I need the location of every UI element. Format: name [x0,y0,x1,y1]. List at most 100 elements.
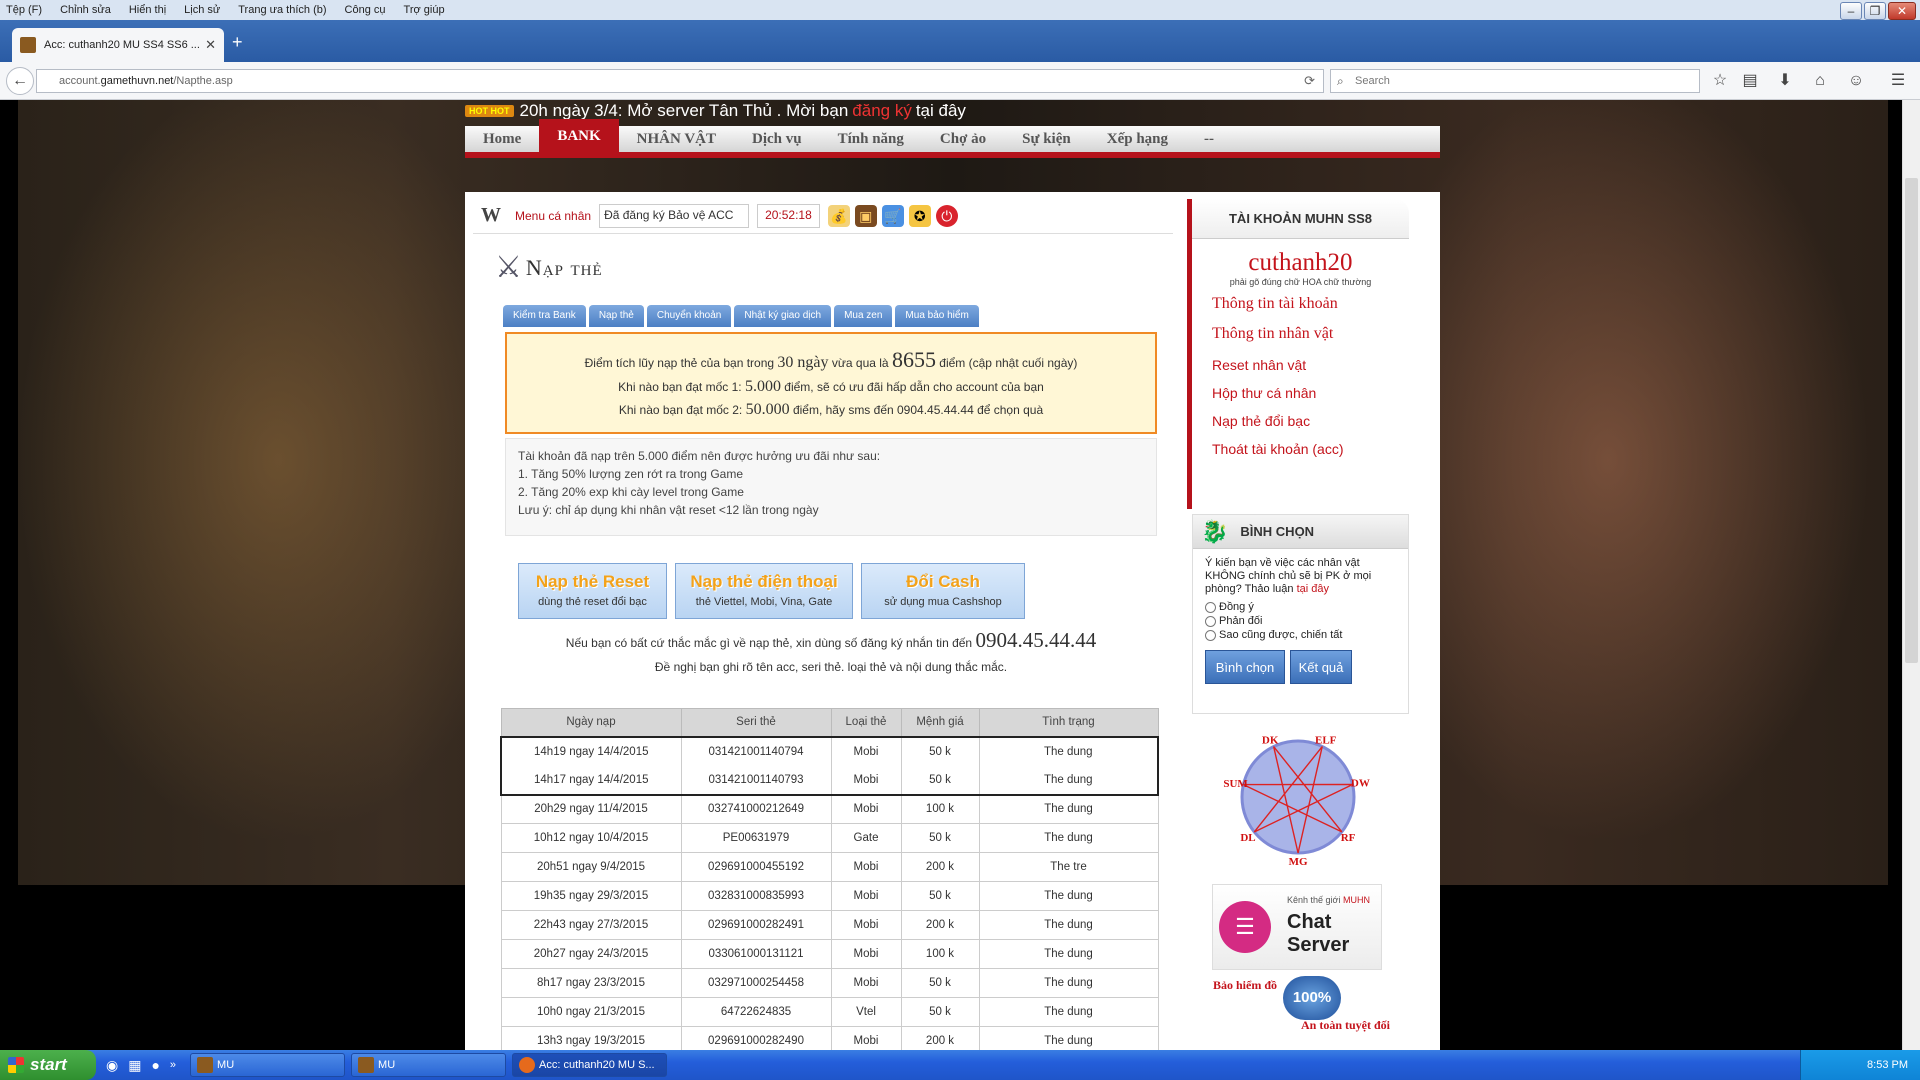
poll-option-whatever[interactable]: Sao cũng được, chiến tất [1193,628,1408,642]
link-account-info[interactable]: Thông tin tài khoản [1192,295,1409,313]
table-cell: Mobi [830,1026,902,1050]
nav-bank[interactable]: BANK [539,119,619,155]
table-cell: 200 k [900,1026,980,1050]
search-icon: ⌕ [1337,74,1344,88]
bookmark-star-icon[interactable]: ☆ [1710,71,1730,91]
topup-phone-card-button[interactable]: Nạp thẻ điện thoại thẻ Viettel, Mobi, Vi… [675,563,853,619]
table-cell: 031421001140794 [680,735,832,766]
poll-option-agree[interactable]: Đồng ý [1193,600,1408,614]
reading-list-icon[interactable]: ▤ [1740,71,1760,91]
money-bag-icon[interactable]: 💰 [827,204,850,227]
diagram-circle [1240,739,1356,855]
tab-topup[interactable]: Nạp thẻ [588,305,644,327]
hot-text-1: 20h ngày 3/4: Mở server Tân Thủ . Mời bạ… [519,101,849,120]
menu-tools[interactable]: Công cụ [345,4,386,16]
minimize-button[interactable]: – [1840,2,1862,20]
nav-market[interactable]: Chợ ảo [922,131,1004,148]
menu-help[interactable]: Trợ giúp [404,4,445,16]
chat-icon[interactable]: ☺ [1846,71,1866,91]
radio-icon[interactable] [1205,601,1216,613]
discussion-link[interactable]: tại đây [1297,583,1329,595]
tab-transaction-log[interactable]: Nhật ký giao dịch [734,305,832,327]
exchange-cash-button[interactable]: Đổi Cash sử dụng mua Cashshop [861,563,1025,619]
menu-bar: Tệp (F) Chỉnh sửa Hiển thị Lịch sử Trang… [0,0,1920,20]
table-row: 19h35 ngay 29/3/2015 032831000835993 Mobi 5… [500,881,1159,911]
radio-icon[interactable] [1205,629,1216,641]
table-cell: 033061000131121 [680,939,832,969]
class-relationship-diagram[interactable]: DK ELF DW RF MG DL SUM [1203,722,1393,872]
link-logout[interactable]: Thoát tài khoản (acc) [1192,441,1409,457]
url-bar[interactable]: account.gamethuvn.net/Napthe.asp ⟳ [36,69,1324,93]
tab-buy-insurance[interactable]: Mua bảo hiểm [895,305,979,327]
windows-taskbar: start ◉ ▦ ● » MU MU Acc: cuthanh20 MU S.… [0,1050,1920,1080]
table-cell: 14h17 ngay 14/4/2015 [500,765,682,796]
poll-question: Ý kiến bạn về việc các nhân vật KHÔNG ch… [1205,557,1372,595]
medal-icon[interactable]: ✪ [908,204,931,227]
home-icon[interactable]: ⌂ [1810,71,1830,91]
table-cell: 200 k [900,852,980,882]
nav-services[interactable]: Dịch vụ [734,131,820,148]
page-scrollbar[interactable] [1902,100,1920,1050]
nav-events[interactable]: Sự kiện [1004,131,1089,148]
quicklaunch-more-icon[interactable]: » [170,1059,176,1071]
table-cell: 50 k [900,735,980,766]
taskbar-item-mu-2[interactable]: MU [351,1053,507,1077]
window-controls: – ❐ ✕ [1838,2,1916,20]
start-button[interactable]: start [0,1050,96,1080]
menu-file[interactable]: Tệp (F) [6,4,42,16]
power-logout-icon[interactable]: ⏻ [935,204,958,227]
link-inbox[interactable]: Hộp thư cá nhân [1192,385,1409,401]
page-title-block: ⚔ Nạp thẻ [495,250,603,285]
search-input[interactable]: ⌕ Search [1330,69,1700,93]
quicklaunch-icon-2[interactable]: ▦ [128,1057,141,1074]
link-topup-silver[interactable]: Nạp thẻ đổi bạc [1192,413,1409,429]
close-tab-icon[interactable]: ✕ [205,37,216,53]
nav-ranking[interactable]: Xếp hạng [1089,131,1186,148]
browser-tab-active[interactable]: Acc: cuthanh20 MU SS4 SS6 ... ✕ [12,28,224,62]
vote-button[interactable]: Bình chọn [1205,650,1285,684]
register-link[interactable]: đăng ký [852,101,912,121]
tab-transfer[interactable]: Chuyển khoản [646,305,732,327]
radio-icon[interactable] [1205,615,1216,627]
nav-more[interactable]: -- [1186,131,1232,148]
nav-features[interactable]: Tính năng [820,131,922,148]
col-date: Ngày nạp [500,708,682,737]
maximize-button[interactable]: ❐ [1864,2,1886,20]
hamburger-menu-icon[interactable]: ☰ [1888,71,1908,91]
chat-subtitle: Kênh thế giới MUHN [1287,895,1370,905]
link-reset-character[interactable]: Reset nhân vật [1192,357,1409,373]
link-character-info[interactable]: Thông tin nhân vật [1192,325,1409,343]
tab-strip: Acc: cuthanh20 MU SS4 SS6 ... ✕ + [0,20,1920,62]
reload-icon[interactable]: ⟳ [1304,70,1315,92]
close-window-button[interactable]: ✕ [1888,2,1916,20]
taskbar-item-browser[interactable]: Acc: cuthanh20 MU S... [512,1053,668,1077]
personal-menu-label[interactable]: Menu cá nhân [515,209,591,223]
results-button[interactable]: Kết quả [1290,650,1352,684]
chat-server-banner[interactable]: ☰ Kênh thế giới MUHN Chat Server [1212,884,1382,970]
menu-bookmarks[interactable]: Trang ưa thích (b) [238,4,326,16]
menu-view[interactable]: Hiển thị [129,4,166,16]
url-prefix: account. [59,75,101,87]
tray-clock[interactable]: 8:53 PM [1867,1059,1908,1071]
menu-edit[interactable]: Chỉnh sửa [60,4,111,16]
shop-cart-icon[interactable]: 🛒 [881,204,904,227]
insurance-banner[interactable]: Bảo hiểm đồ 100% An toàn tuyệt đối [1213,976,1393,1036]
nav-character[interactable]: NHÂN VẬT [619,131,734,148]
table-cell: 13h3 ngay 19/3/2015 [500,1026,682,1050]
topup-reset-button[interactable]: Nạp thẻ Reset dùng thẻ reset đổi bạc [518,563,667,619]
back-button[interactable]: ← [6,67,34,95]
tab-check-bank[interactable]: Kiểm tra Bank [503,305,586,327]
nav-home[interactable]: Home [465,131,539,148]
scrollbar-thumb[interactable] [1905,178,1918,663]
quicklaunch-icon-1[interactable]: ◉ [106,1057,118,1074]
new-tab-button[interactable]: + [232,32,243,53]
menu-history[interactable]: Lịch sử [184,4,220,16]
table-cell: Mobi [830,794,902,824]
poll-option-disagree[interactable]: Phản đối [1193,614,1408,628]
tab-buy-zen[interactable]: Mua zen [834,305,893,327]
firefox-quicklaunch-icon[interactable]: ● [151,1057,159,1073]
taskbar-item-mu-1[interactable]: MU [190,1053,346,1077]
treasure-chest-icon[interactable]: ▣ [854,204,877,227]
download-icon[interactable]: ⬇ [1775,71,1795,91]
protection-select[interactable]: Đã đăng ký Bảo vệ ACC [599,203,750,228]
